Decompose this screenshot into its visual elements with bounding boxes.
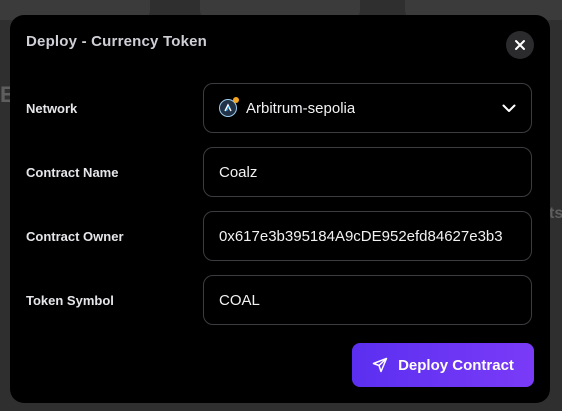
- token-symbol-value: COAL: [219, 291, 260, 309]
- arbitrum-network-icon: [219, 97, 239, 117]
- network-status-dot: [233, 97, 239, 103]
- contract-owner-label: Contract Owner: [26, 229, 124, 244]
- background-fragment: ts: [549, 205, 562, 222]
- deploy-contract-label: Deploy Contract: [398, 356, 514, 374]
- modal-title: Deploy - Currency Token: [26, 33, 208, 50]
- network-selected: Arbitrum-sepolia: [219, 97, 356, 117]
- send-icon: [372, 357, 388, 373]
- deploy-contract-button[interactable]: Deploy Contract: [352, 343, 534, 387]
- deploy-modal: Deploy - Currency Token Network Arbitrum…: [10, 15, 550, 403]
- close-icon: [515, 40, 525, 50]
- contract-name-input[interactable]: Coalz: [203, 147, 532, 197]
- token-symbol-label: Token Symbol: [26, 293, 114, 308]
- contract-owner-input[interactable]: 0x617e3b395184A9cDE952efd84627e3b3: [203, 211, 532, 261]
- contract-owner-value: 0x617e3b395184A9cDE952efd84627e3b3: [219, 227, 503, 245]
- network-value: Arbitrum-sepolia: [246, 99, 356, 117]
- network-select[interactable]: Arbitrum-sepolia: [203, 83, 532, 133]
- contract-name-label: Contract Name: [26, 165, 119, 180]
- token-symbol-input[interactable]: COAL: [203, 275, 532, 325]
- contract-name-value: Coalz: [219, 163, 258, 181]
- network-label: Network: [26, 101, 78, 116]
- chevron-down-icon: [502, 104, 516, 112]
- close-button[interactable]: [506, 31, 534, 59]
